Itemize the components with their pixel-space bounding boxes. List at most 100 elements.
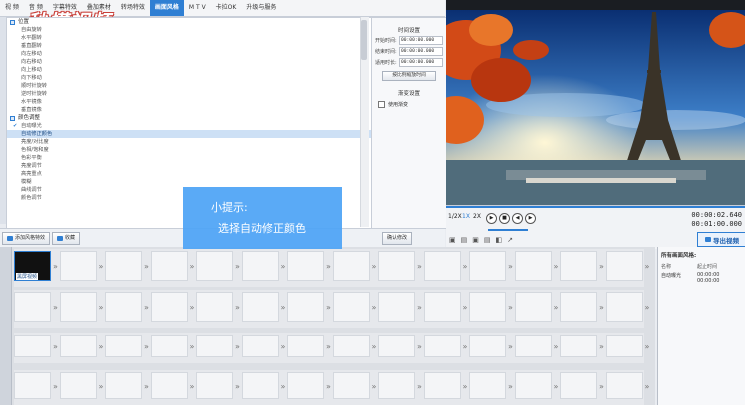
timeline-slot[interactable] bbox=[150, 292, 188, 322]
timeline-slot[interactable] bbox=[469, 292, 506, 322]
transition-arrow-icon[interactable]: » bbox=[326, 303, 331, 312]
transition-arrow-icon[interactable]: » bbox=[599, 262, 604, 271]
transition-arrow-icon[interactable]: » bbox=[281, 382, 286, 391]
timeline-slot[interactable] bbox=[514, 292, 552, 322]
effect-item[interactable]: 向下移动 bbox=[7, 74, 371, 82]
timeline-slot[interactable] bbox=[378, 292, 415, 322]
clip-effect-row[interactable]: 自动曝光 00:00:00 00:00:00 bbox=[658, 272, 745, 284]
transition-arrow-icon[interactable]: » bbox=[463, 382, 468, 391]
effect-item[interactable]: 高亮重点 bbox=[7, 170, 371, 178]
transition-arrow-icon[interactable]: » bbox=[554, 262, 559, 271]
timeline-slot[interactable] bbox=[196, 335, 233, 357]
effect-item[interactable]: 垂直翻转 bbox=[7, 42, 371, 50]
effect-group-1[interactable]: 颜色调整 bbox=[7, 114, 371, 122]
effect-item[interactable]: 亮度调节 bbox=[7, 162, 371, 170]
effect-item[interactable]: 垂直镜像 bbox=[7, 106, 371, 114]
transition-arrow-icon[interactable]: » bbox=[144, 382, 149, 391]
timeline-slot[interactable] bbox=[560, 335, 597, 357]
transition-arrow-icon[interactable]: » bbox=[190, 262, 195, 271]
transition-arrow-icon[interactable]: » bbox=[554, 382, 559, 391]
effect-item[interactable]: 自由旋转 bbox=[7, 26, 371, 34]
timeline-slot[interactable] bbox=[241, 251, 279, 281]
timeline-slot[interactable] bbox=[605, 335, 643, 357]
scrollbar-thumb[interactable] bbox=[361, 20, 367, 60]
transition-arrow-icon[interactable]: » bbox=[99, 342, 104, 351]
timeline-side-tabs[interactable] bbox=[0, 247, 12, 405]
favorite-button[interactable]: 收藏 bbox=[52, 232, 81, 245]
transition-arrow-icon[interactable]: » bbox=[235, 382, 240, 391]
menu-item-8[interactable]: 升级与服务 bbox=[241, 0, 281, 16]
speed-double[interactable]: 2X bbox=[473, 213, 481, 220]
stop-icon[interactable]: ■ bbox=[499, 213, 510, 224]
collapse-icon[interactable] bbox=[10, 115, 15, 121]
transition-arrow-icon[interactable]: » bbox=[190, 382, 195, 391]
transition-arrow-icon[interactable]: » bbox=[417, 262, 422, 271]
prev-frame-icon[interactable]: ◀ bbox=[512, 213, 523, 224]
volume-slider[interactable] bbox=[488, 229, 528, 231]
timeline-slot[interactable] bbox=[469, 372, 506, 399]
effect-item[interactable]: 水平镜像 bbox=[7, 98, 371, 106]
timeline-slot[interactable] bbox=[560, 372, 597, 399]
timeline-slot[interactable] bbox=[423, 251, 461, 281]
menu-item-0[interactable]: 视 频 bbox=[0, 0, 24, 16]
effect-item[interactable]: 自动修正颜色 bbox=[7, 130, 371, 138]
transition-arrow-icon[interactable]: » bbox=[53, 382, 58, 391]
timeline-slot[interactable] bbox=[105, 292, 142, 322]
effect-item[interactable]: 顺时针旋转 bbox=[7, 82, 371, 90]
transition-arrow-icon[interactable]: » bbox=[372, 342, 377, 351]
transition-arrow-icon[interactable]: » bbox=[417, 342, 422, 351]
transition-arrow-icon[interactable]: » bbox=[463, 303, 468, 312]
transition-arrow-icon[interactable]: » bbox=[99, 303, 104, 312]
timeline-slot[interactable] bbox=[150, 335, 188, 357]
timeline-slot[interactable] bbox=[105, 372, 142, 399]
timeline-slot[interactable] bbox=[423, 372, 461, 399]
timeline-slot[interactable] bbox=[241, 372, 279, 399]
effect-item[interactable]: 水平翻转 bbox=[7, 34, 371, 42]
transition-arrow-icon[interactable]: » bbox=[645, 262, 650, 271]
menu-item-6[interactable]: M T V bbox=[184, 0, 211, 16]
transition-arrow-icon[interactable]: » bbox=[144, 262, 149, 271]
transition-arrow-icon[interactable]: » bbox=[508, 303, 513, 312]
effect-item[interactable]: 逆时针旋转 bbox=[7, 90, 371, 98]
speed-normal[interactable]: 1X bbox=[462, 213, 470, 220]
timeline-slot[interactable] bbox=[332, 251, 370, 281]
transition-arrow-icon[interactable]: » bbox=[645, 342, 650, 351]
timeline-slot[interactable] bbox=[605, 372, 643, 399]
timeline-slot[interactable] bbox=[105, 251, 142, 281]
transition-arrow-icon[interactable]: » bbox=[508, 262, 513, 271]
transition-arrow-icon[interactable]: » bbox=[554, 303, 559, 312]
timeline-slot[interactable] bbox=[514, 251, 552, 281]
timeline-slot[interactable] bbox=[605, 251, 643, 281]
timeline-slot[interactable] bbox=[332, 292, 370, 322]
timeline-slot[interactable] bbox=[287, 335, 324, 357]
timeline-slot[interactable] bbox=[105, 335, 142, 357]
timeline-slot[interactable] bbox=[378, 335, 415, 357]
timeline-slot[interactable] bbox=[14, 292, 51, 322]
timeline-slot[interactable] bbox=[241, 335, 279, 357]
confirm-button[interactable]: 确认修改 bbox=[382, 232, 413, 245]
timeline-slot[interactable] bbox=[150, 251, 188, 281]
timeline-slot[interactable] bbox=[514, 372, 552, 399]
transition-arrow-icon[interactable]: » bbox=[599, 342, 604, 351]
transition-arrow-icon[interactable]: » bbox=[326, 342, 331, 351]
collapse-icon[interactable] bbox=[10, 19, 15, 25]
transition-arrow-icon[interactable]: » bbox=[508, 382, 513, 391]
transition-arrow-icon[interactable]: » bbox=[235, 342, 240, 351]
transition-arrow-icon[interactable]: » bbox=[99, 262, 104, 271]
timeline-slot[interactable] bbox=[59, 335, 97, 357]
fade-checkbox[interactable] bbox=[378, 101, 385, 108]
transition-arrow-icon[interactable]: » bbox=[554, 342, 559, 351]
transition-arrow-icon[interactable]: » bbox=[281, 303, 286, 312]
transition-arrow-icon[interactable]: » bbox=[372, 382, 377, 391]
transition-arrow-icon[interactable]: » bbox=[645, 382, 650, 391]
transition-arrow-icon[interactable]: » bbox=[508, 342, 513, 351]
transition-arrow-icon[interactable]: » bbox=[417, 382, 422, 391]
transition-arrow-icon[interactable]: » bbox=[53, 262, 58, 271]
timeline-slot[interactable] bbox=[196, 251, 233, 281]
transition-arrow-icon[interactable]: » bbox=[144, 342, 149, 351]
effect-item[interactable]: 向上移动 bbox=[7, 66, 371, 74]
transition-arrow-icon[interactable]: » bbox=[599, 382, 604, 391]
duration-field[interactable]: 00:00:00.000 bbox=[399, 58, 443, 67]
timeline-slot[interactable] bbox=[59, 292, 97, 322]
menu-item-7[interactable]: 卡拉OK bbox=[211, 0, 242, 16]
